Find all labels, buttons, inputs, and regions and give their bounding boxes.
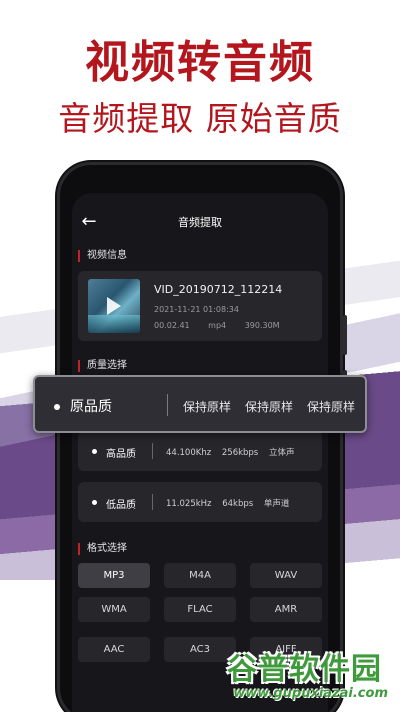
channel: 立体声 [268,448,295,458]
page-title: 音频提取 [178,216,222,229]
video-info-card[interactable]: VID_20190712_112214 2021-11-21 01:08:34 … [78,271,322,341]
quality-info: 44.100Khz 256kbps 立体声 [166,446,302,458]
quality-keep-original-1: 保持原样 [183,400,232,414]
format-button-wma[interactable]: WMA [78,597,150,622]
video-datetime: 2021-11-21 01:08:34 [154,305,239,314]
divider [167,394,168,416]
section-title-format: 格式选择 [78,543,127,555]
quality-info: 11.025kHz 64kbps 单声道 [166,497,297,509]
video-duration: 00.02.41 [154,321,190,330]
bitrate: 256kbps [221,448,259,458]
play-icon [107,297,121,315]
video-format: mp4 [208,321,227,330]
sample-rate: 11.025kHz [166,499,212,509]
divider [152,494,153,510]
bitrate: 64kbps [222,499,254,509]
format-button-wav[interactable]: WAV [250,563,322,588]
quality-label: 高品质 [106,449,136,460]
quality-option-low[interactable]: 低品质 11.025kHz 64kbps 单声道 [78,482,322,522]
quality-label: 低品质 [106,500,136,511]
site-watermark: 谷普软件园 www.gupuxiazai.com [204,644,394,708]
watermark-title: 谷普软件园 [227,652,382,687]
quality-label-original: 原品质 [70,399,112,415]
video-filename: VID_20190712_112214 [154,283,283,296]
video-thumbnail [88,279,140,333]
radio-dot [92,449,97,454]
app-screen: ← 音频提取 视频信息 VID_20190712_112214 2021-11-… [72,193,328,712]
channel: 单声道 [263,499,290,509]
top-bar: ← 音频提取 [72,211,328,235]
sample-rate: 44.100Khz [166,448,212,458]
promo-subheadline: 音频提取 原始音质 [58,99,342,138]
quality-option-original-highlight[interactable]: 原品质 保持原样 保持原样 保持原样 [33,375,367,433]
radio-dot [92,500,97,505]
divider [152,443,153,459]
format-button-amr[interactable]: AMR [250,597,322,622]
phone-side-button [343,315,347,355]
section-title-quality: 质量选择 [78,360,127,372]
quality-keep-original-2: 保持原样 [245,400,294,414]
phone-frame: ← 音频提取 视频信息 VID_20190712_112214 2021-11-… [57,162,347,712]
quality-keep-original-3: 保持原样 [307,400,356,414]
watermark-url: www.gupuxiazai.com [233,686,388,701]
format-button-flac[interactable]: FLAC [164,597,236,622]
video-size: 390.30M [244,321,280,330]
quality-option-high[interactable]: 高品质 44.100Khz 256kbps 立体声 [78,431,322,471]
section-title-video-info: 视频信息 [78,250,127,262]
video-meta: 00.02.41 mp4 390.30M [154,321,296,330]
format-button-m4a[interactable]: M4A [164,563,236,588]
promo-headline: 视频转音频 [85,37,315,88]
radio-dot-selected [54,404,60,410]
format-button-mp3[interactable]: MP3 [78,563,150,588]
format-button-aac[interactable]: AAC [78,637,150,662]
